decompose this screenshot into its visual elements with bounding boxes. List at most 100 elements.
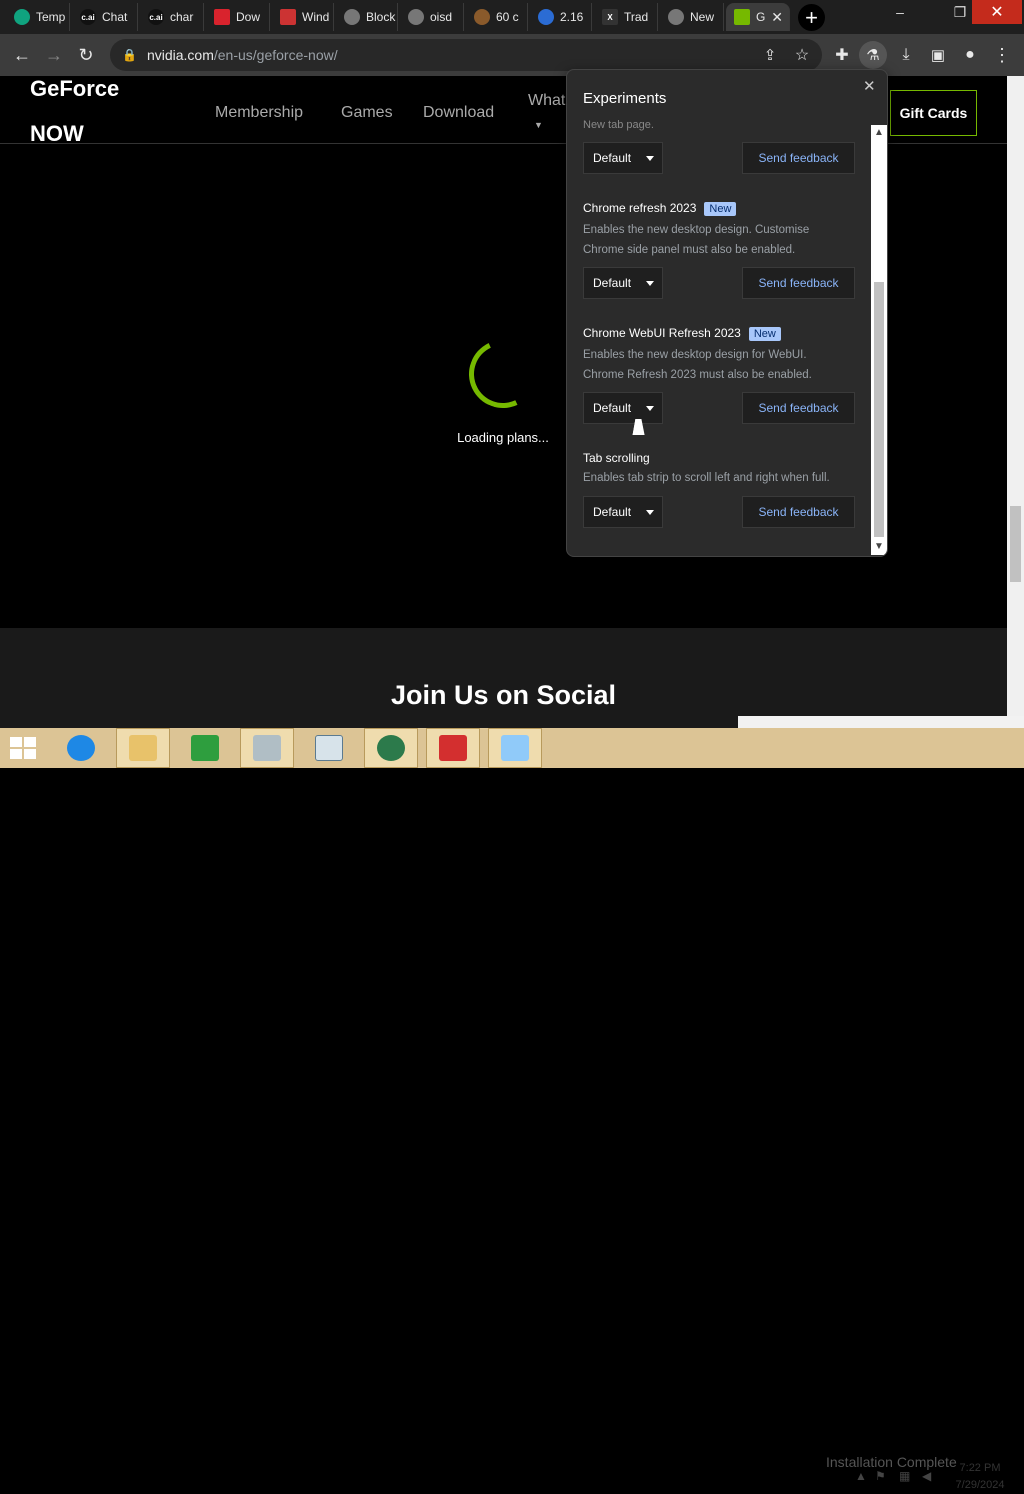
- chrome-icon: [377, 735, 405, 761]
- lock-icon: 🔒: [122, 48, 137, 62]
- store-icon: [191, 735, 219, 761]
- experiment-name: Chrome WebUI Refresh 2023 New: [583, 326, 781, 341]
- experiment-select[interactable]: Default: [583, 142, 663, 174]
- scrollbar-thumb[interactable]: [1010, 506, 1021, 582]
- browser-tab[interactable]: 60 c: [466, 3, 528, 31]
- popup-title: Experiments: [583, 90, 667, 107]
- new-tab-button[interactable]: +: [798, 4, 825, 31]
- experiments-list: New tab page. Default Send feedback Chro…: [567, 118, 871, 554]
- download-site-icon: [214, 9, 230, 25]
- windows-logo-icon: [10, 737, 36, 759]
- scroll-down-icon[interactable]: ▼: [871, 539, 887, 555]
- show-hidden-icons[interactable]: ▲: [855, 1469, 867, 1483]
- new-badge: New: [748, 327, 781, 341]
- system-clock[interactable]: 7:22 PM 7/29/2024: [945, 1460, 1015, 1494]
- social-section: [0, 628, 1007, 728]
- globe-icon: [408, 9, 424, 25]
- chevron-down-icon: ▼: [534, 120, 543, 130]
- reload-icon[interactable]: ↻: [71, 34, 101, 76]
- labs-flask-icon[interactable]: ⚗: [859, 41, 887, 69]
- taskbar-notepad[interactable]: [488, 728, 542, 768]
- browser-tab[interactable]: New: [660, 3, 724, 31]
- nav-whats-new[interactable]: What: [528, 92, 565, 110]
- close-icon[interactable]: ✕: [863, 77, 876, 95]
- send-feedback-button[interactable]: Send feedback: [742, 142, 855, 174]
- installation-complete-text: Installation Complete: [826, 1454, 957, 1470]
- url-text: nvidia.com/en-us/geforce-now/: [146, 47, 338, 63]
- minimize-button[interactable]: –: [880, 0, 920, 24]
- chatgpt-icon: [14, 9, 30, 25]
- dropdown-arrow-icon: [646, 156, 654, 161]
- taskbar-monitor[interactable]: [240, 728, 294, 768]
- experiment-description: New tab page.: [583, 119, 654, 131]
- experiment-select[interactable]: Default: [583, 267, 663, 299]
- taskbar-chrome[interactable]: [364, 728, 418, 768]
- download-icon[interactable]: ⤓: [891, 34, 921, 76]
- dropdown-arrow-icon: [646, 510, 654, 515]
- nav-games[interactable]: Games: [341, 104, 393, 122]
- chrome-icon: [668, 9, 684, 25]
- taskbar-store[interactable]: [178, 728, 232, 768]
- loading-text: Loading plans...: [457, 430, 549, 445]
- experiments-popup: Experiments ✕ New tab page. Default Send…: [566, 69, 888, 557]
- address-bar[interactable]: 🔒 nvidia.com/en-us/geforce-now/: [110, 39, 822, 71]
- start-button[interactable]: [0, 728, 46, 768]
- browser-tab[interactable]: Block: [336, 3, 398, 31]
- characterai-icon: c.ai: [80, 9, 96, 25]
- browser-tab[interactable]: 2.16: [530, 3, 592, 31]
- browser-tab[interactable]: X Trad: [594, 3, 658, 31]
- browser-tab[interactable]: c.ai char: [140, 3, 204, 31]
- send-feedback-button[interactable]: Send feedback: [742, 392, 855, 424]
- action-center-icon[interactable]: ⚑: [875, 1469, 886, 1483]
- notification-strip: [738, 716, 1024, 728]
- logo-geforce[interactable]: GeForce: [30, 76, 119, 102]
- nav-download[interactable]: Download: [423, 104, 494, 122]
- browser-tab[interactable]: oisd: [400, 3, 464, 31]
- experiment-name: Chrome refresh 2023 New: [583, 201, 737, 216]
- logo-now[interactable]: NOW: [30, 121, 84, 147]
- characterai-icon: c.ai: [148, 9, 164, 25]
- nav-membership[interactable]: Membership: [215, 104, 303, 122]
- tradingview-icon: X: [602, 9, 618, 25]
- close-window-button[interactable]: ✕: [972, 0, 1022, 24]
- send-feedback-button[interactable]: Send feedback: [742, 496, 855, 528]
- taskbar-internet-explorer[interactable]: [54, 728, 108, 768]
- popup-scrollbar[interactable]: ▲ ▼: [871, 125, 887, 555]
- profile-avatar-icon[interactable]: ●: [955, 34, 985, 76]
- internet-explorer-icon: [67, 735, 95, 761]
- experiment-description: Enables tab strip to scroll left and rig…: [583, 472, 830, 484]
- folder-icon: [129, 735, 157, 761]
- popup-scrollbar-thumb[interactable]: [874, 282, 884, 537]
- page-scrollbar[interactable]: [1007, 76, 1024, 728]
- experiment-description: Enables the new desktop design. Customis…: [583, 224, 810, 256]
- cookie-icon: [474, 9, 490, 25]
- gift-cards-button[interactable]: Gift Cards: [890, 90, 977, 136]
- network-icon[interactable]: ▦: [899, 1469, 910, 1483]
- windows-taskbar: Installation Complete ▲ ⚑ ▦ ◀ 7:22 PM 7/2…: [0, 728, 1024, 1491]
- globe-icon: [344, 9, 360, 25]
- browser-tab[interactable]: c.ai Chat: [72, 3, 138, 31]
- windows-site-icon: [280, 9, 296, 25]
- taskbar-pdf-reader[interactable]: [426, 728, 480, 768]
- experiment-select[interactable]: Default: [583, 496, 663, 528]
- experiment-description: Enables the new desktop design for WebUI…: [583, 349, 812, 381]
- side-panel-icon[interactable]: ▣: [923, 34, 953, 76]
- pdf-reader-icon: [439, 735, 467, 761]
- browser-tab[interactable]: Wind: [272, 3, 334, 31]
- menu-kebab-icon[interactable]: ⋮: [987, 34, 1017, 76]
- taskbar-file-explorer[interactable]: [116, 728, 170, 768]
- taskbar-app[interactable]: [302, 728, 356, 768]
- browser-tab-active[interactable]: G ✕: [726, 3, 790, 31]
- cloud-icon: [538, 9, 554, 25]
- send-feedback-button[interactable]: Send feedback: [742, 267, 855, 299]
- volume-icon[interactable]: ◀: [922, 1469, 931, 1483]
- back-icon[interactable]: ←: [7, 34, 37, 76]
- forward-icon[interactable]: →: [39, 34, 69, 76]
- tab-strip: Temp c.ai Chat c.ai char Dow Wind Block oi…: [0, 0, 1024, 34]
- resource-monitor-icon: [253, 735, 281, 761]
- close-tab-icon[interactable]: ✕: [771, 9, 783, 26]
- browser-tab[interactable]: Dow: [206, 3, 270, 31]
- browser-tab[interactable]: Temp: [6, 3, 70, 31]
- scroll-up-icon[interactable]: ▲: [871, 125, 887, 141]
- experiment-select[interactable]: Default: [583, 392, 663, 424]
